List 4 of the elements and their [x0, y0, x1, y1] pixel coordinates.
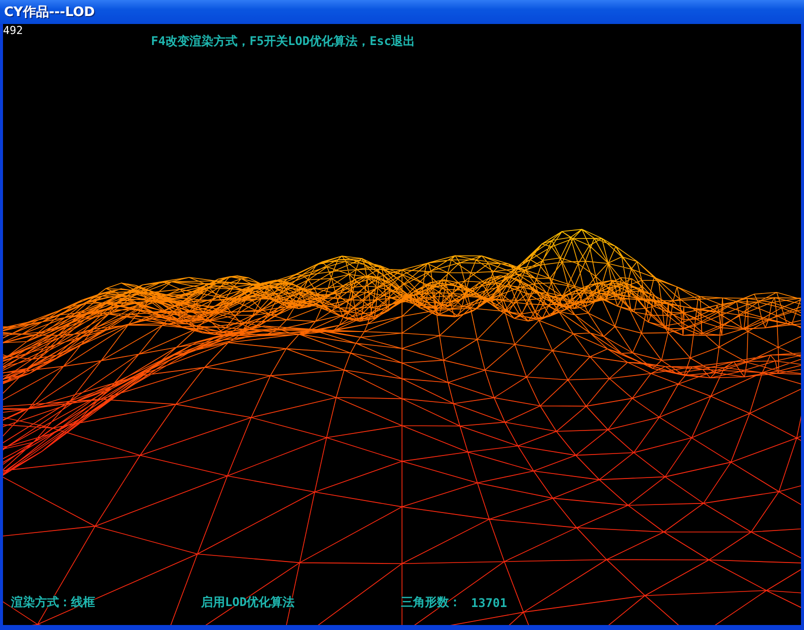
triangle-count-value: 13701	[471, 596, 508, 610]
fps-counter: 492	[3, 24, 23, 37]
help-text: F4改变渲染方式，F5开关LOD优化算法，Esc退出	[151, 33, 416, 50]
window-title: CY作品---LOD	[4, 4, 95, 21]
